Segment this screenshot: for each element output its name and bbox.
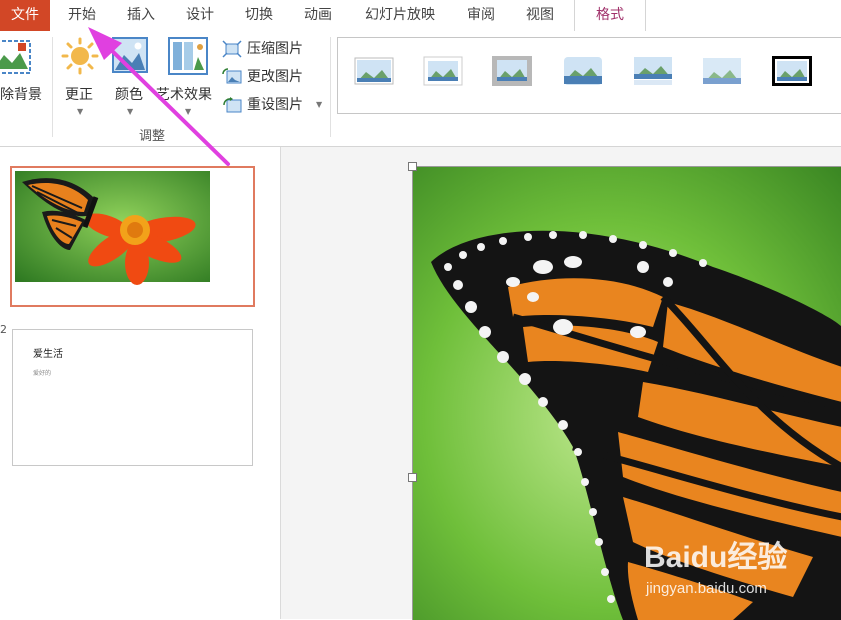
baidu-watermark: Baidu经验 jingyan.baidu.com (644, 540, 787, 597)
picture-style-thumb[interactable] (633, 56, 673, 86)
tab-home[interactable]: 开始 (56, 0, 108, 31)
picture-style-thumb[interactable] (492, 56, 532, 86)
picture-style-thumb[interactable] (563, 56, 603, 86)
color-button[interactable]: 颜色 ▼ (108, 37, 152, 125)
watermark-url: jingyan.baidu.com (645, 580, 767, 597)
tab-animations[interactable]: 动画 (293, 0, 343, 31)
ribbon-tab-bar: 文件 开始 插入 设计 切换 动画 幻灯片放映 审阅 视图 格式 (0, 0, 841, 32)
corrections-label: 更正 (65, 87, 93, 103)
artistic-effects-label: 艺术效果 (156, 87, 212, 103)
picture-styles-gallery (337, 37, 841, 114)
change-picture-label: 更改图片 (247, 69, 303, 85)
tab-transitions[interactable]: 切换 (234, 0, 284, 31)
color-label: 颜色 (115, 87, 143, 103)
picture-style-thumb[interactable] (702, 56, 742, 86)
tab-view[interactable]: 视图 (514, 0, 566, 31)
slide-thumbnail-2[interactable]: 爱生活 爱好的 (12, 329, 253, 466)
group-label-adjust: 调整 (139, 129, 166, 144)
picture-style-thumb[interactable] (423, 56, 463, 86)
sun-icon (61, 37, 99, 75)
remove-background-button[interactable]: 除背景 (0, 37, 50, 125)
change-picture-icon (222, 68, 242, 84)
picture-color-icon (112, 37, 148, 73)
slide-thumbnail-1[interactable] (10, 166, 255, 307)
watermark-brand: Baidu经验 (644, 540, 787, 574)
reset-picture-label: 重设图片 (247, 97, 303, 113)
ribbon-separator (52, 37, 53, 137)
ribbon-separator (330, 37, 331, 137)
ribbon-panel: 除背景 更正 ▼ 颜色 ▼ 艺术效果 ▼ 压缩图片 更改图片 重设图片 ▼ 调整 (0, 31, 841, 147)
chevron-down-icon: ▼ (127, 107, 134, 116)
tab-design[interactable]: 设计 (175, 0, 225, 31)
resize-handle-top-left[interactable] (408, 162, 417, 171)
slide2-title: 爱生活 (33, 349, 63, 360)
remove-background-label: 除背景 (0, 87, 42, 103)
artistic-effects-button[interactable]: 艺术效果 ▼ (156, 37, 220, 125)
compress-icon (222, 40, 242, 58)
reset-picture-icon (223, 97, 242, 113)
chevron-down-icon: ▼ (185, 107, 192, 116)
resize-handle-middle-left[interactable] (408, 473, 417, 482)
slide2-subtitle: 爱好的 (33, 370, 52, 377)
tab-slideshow[interactable]: 幻灯片放映 (354, 0, 446, 31)
slide-number: 2 (0, 323, 7, 336)
compress-pictures-label: 压缩图片 (247, 41, 303, 57)
chevron-down-icon: ▼ (77, 107, 84, 116)
corrections-button[interactable]: 更正 ▼ (58, 37, 102, 125)
picture-style-thumb[interactable] (772, 56, 812, 86)
tab-format[interactable]: 格式 (574, 0, 646, 32)
tab-insert[interactable]: 插入 (116, 0, 166, 31)
remove-background-icon (0, 40, 31, 74)
tab-file[interactable]: 文件 (0, 0, 50, 31)
butterfly-flower-picture (12, 168, 253, 305)
chevron-down-icon[interactable]: ▼ (316, 100, 322, 109)
slide-thumbnail-pane: 2 爱生活 爱好的 (0, 147, 281, 619)
picture-style-thumb[interactable] (354, 56, 394, 86)
artistic-effects-icon (168, 37, 208, 75)
tab-review[interactable]: 审阅 (455, 0, 507, 31)
